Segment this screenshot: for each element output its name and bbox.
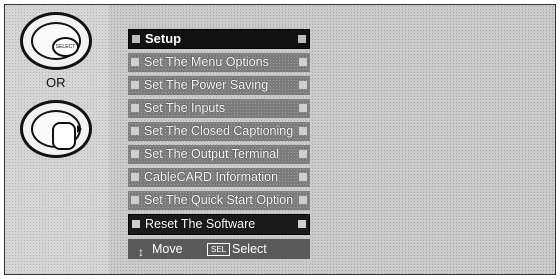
scroll-marker-icon	[299, 173, 307, 181]
remote-select-button-graphic: SELECT	[20, 12, 92, 70]
remote-dpad-ring-2	[31, 110, 81, 150]
scroll-marker-icon	[299, 104, 307, 112]
remote-dpad-ring: SELECT	[31, 22, 81, 60]
menu-item-quick-start-option[interactable]: Set The Quick Start Option	[128, 191, 310, 210]
scroll-marker-icon	[299, 127, 307, 135]
menu-item-output-terminal[interactable]: Set The Output Terminal	[128, 145, 310, 164]
move-arrows-icon: ↕	[138, 245, 144, 259]
menu-item-label: Set The Menu Options	[144, 55, 269, 69]
move-label: Move	[152, 242, 183, 256]
menu-footer-help: ↕ Move SEL Select	[128, 239, 310, 259]
sel-button-icon: SEL	[207, 243, 231, 256]
tab-marker-icon	[132, 220, 140, 228]
tab-marker-icon	[131, 127, 139, 135]
scroll-marker-icon	[299, 81, 307, 89]
scroll-marker-icon	[299, 196, 307, 204]
menu-item-reset-software[interactable]: Reset The Software	[128, 214, 310, 235]
select-label: Select	[232, 242, 267, 256]
menu-title-bar: Setup	[128, 29, 310, 49]
screen-frame: SELECT OR Setup Set The Menu Options Set…	[4, 4, 556, 275]
scroll-marker-icon	[299, 150, 307, 158]
tab-marker-icon	[131, 196, 139, 204]
remote-instructions-panel: SELECT OR	[5, 5, 109, 274]
scroll-marker-icon	[299, 58, 307, 66]
menu-item-label: Set The Inputs	[144, 101, 226, 115]
menu-item-label: Reset The Software	[145, 217, 256, 231]
tab-marker-icon	[131, 150, 139, 158]
menu-item-label: Set The Power Saving	[144, 78, 269, 92]
menu-item-label: Set The Closed Captioning	[144, 124, 294, 138]
menu-item-label: Set The Output Terminal	[144, 147, 280, 161]
scroll-marker-icon	[298, 35, 306, 43]
menu-item-power-saving[interactable]: Set The Power Saving	[128, 76, 310, 95]
tab-marker-icon	[131, 173, 139, 181]
menu-item-label: Set The Quick Start Option	[144, 193, 294, 207]
remote-cursor-button-graphic	[20, 100, 92, 158]
menu-item-inputs[interactable]: Set The Inputs	[128, 99, 310, 118]
setup-menu: Setup Set The Menu Options Set The Power…	[128, 29, 310, 259]
tab-marker-icon	[131, 81, 139, 89]
tab-marker-icon	[132, 35, 140, 43]
tab-marker-icon	[131, 58, 139, 66]
center-button-icon	[52, 122, 76, 150]
select-button-icon: SELECT	[52, 37, 79, 57]
scroll-marker-icon	[298, 220, 306, 228]
tab-marker-icon	[131, 104, 139, 112]
menu-item-label: CableCARD Information	[144, 170, 279, 184]
menu-item-cablecard-information[interactable]: CableCARD Information	[128, 168, 310, 187]
right-arrow-icon	[77, 125, 82, 133]
menu-title: Setup	[145, 31, 182, 46]
menu-item-closed-captioning[interactable]: Set The Closed Captioning	[128, 122, 310, 141]
menu-item-menu-options[interactable]: Set The Menu Options	[128, 53, 310, 72]
or-label: OR	[46, 75, 66, 90]
